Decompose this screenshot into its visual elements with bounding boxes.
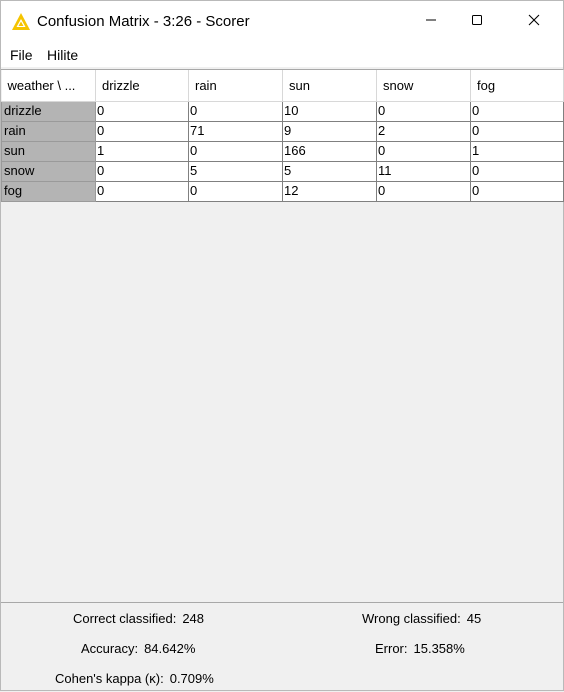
minimize-icon [425, 13, 437, 31]
accuracy-value: 84.642% [144, 641, 196, 656]
confusion-matrix-table: weather \ ... drizzle rain sun snow fog … [1, 70, 564, 202]
table-cell[interactable]: 0 [376, 100, 471, 122]
statistics-panel: Correct classified: 248 Wrong classified:… [1, 602, 563, 692]
column-header-drizzle[interactable]: drizzle [95, 70, 189, 102]
table-cell[interactable]: 0 [95, 180, 189, 202]
table-cell[interactable]: 0 [188, 100, 283, 122]
column-header-fog[interactable]: fog [470, 70, 564, 102]
maximize-icon [471, 13, 483, 31]
title-bar[interactable]: Confusion Matrix - 3:26 - Scorer [1, 1, 563, 43]
menu-hilite[interactable]: Hilite [47, 46, 78, 64]
row-header-fog[interactable]: fog [1, 180, 96, 202]
table-row: rain 0 71 9 2 0 [1, 120, 564, 142]
error-value: 15.358% [413, 641, 465, 656]
table-cell[interactable]: 0 [470, 100, 564, 122]
table-cell[interactable]: 0 [470, 160, 564, 182]
accuracy-label: Accuracy: [81, 641, 139, 656]
table-cell[interactable]: 0 [188, 180, 283, 202]
row-header-sun[interactable]: sun [1, 140, 96, 162]
table-cell[interactable]: 0 [376, 140, 471, 162]
column-header-corner[interactable]: weather \ ... [1, 70, 96, 102]
row-header-snow[interactable]: snow [1, 160, 96, 182]
close-button[interactable] [511, 1, 557, 43]
confusion-matrix-panel: weather \ ... drizzle rain sun snow fog … [1, 69, 564, 603]
knime-triangle-icon [11, 12, 31, 32]
correct-classified-label: Correct classified: [73, 611, 177, 626]
table-cell[interactable]: 1 [95, 140, 189, 162]
row-header-rain[interactable]: rain [1, 120, 96, 142]
correct-classified: Correct classified: 248 [73, 611, 204, 627]
close-icon [528, 13, 540, 31]
table-row: fog 0 0 12 0 0 [1, 180, 564, 202]
header-row: weather \ ... drizzle rain sun snow fog [1, 70, 564, 102]
menu-bar: File Hilite [1, 43, 563, 67]
table-row: drizzle 0 0 10 0 0 [1, 100, 564, 122]
table-cell[interactable]: 71 [188, 120, 283, 142]
table-cell[interactable]: 0 [470, 120, 564, 142]
column-header-snow[interactable]: snow [376, 70, 471, 102]
table-row: snow 0 5 5 11 0 [1, 160, 564, 182]
cohens-kappa: Cohen's kappa (κ): 0.709% [55, 671, 214, 687]
table-cell[interactable]: 5 [282, 160, 377, 182]
correct-classified-value: 248 [182, 611, 205, 626]
table-cell[interactable]: 0 [95, 100, 189, 122]
column-header-sun[interactable]: sun [282, 70, 377, 102]
menu-file[interactable]: File [10, 46, 33, 64]
column-header-rain[interactable]: rain [188, 70, 283, 102]
table-cell[interactable]: 0 [95, 120, 189, 142]
table-cell[interactable]: 2 [376, 120, 471, 142]
cohens-kappa-label: Cohen's kappa (κ): [55, 671, 164, 686]
table-cell[interactable]: 166 [282, 140, 377, 162]
wrong-classified-value: 45 [466, 611, 482, 626]
minimize-button[interactable] [408, 1, 454, 43]
table-cell[interactable]: 1 [470, 140, 564, 162]
table-cell[interactable]: 0 [470, 180, 564, 202]
table-cell[interactable]: 5 [188, 160, 283, 182]
table-row: sun 1 0 166 0 1 [1, 140, 564, 162]
table-cell[interactable]: 0 [188, 140, 283, 162]
table-cell[interactable]: 12 [282, 180, 377, 202]
cohens-kappa-value: 0.709% [169, 671, 214, 686]
error: Error: 15.358% [375, 641, 465, 657]
table-cell[interactable]: 11 [376, 160, 471, 182]
table-cell[interactable]: 9 [282, 120, 377, 142]
window-title: Confusion Matrix - 3:26 - Scorer [37, 13, 250, 30]
accuracy: Accuracy: 84.642% [81, 641, 195, 657]
maximize-button[interactable] [454, 1, 500, 43]
row-header-drizzle[interactable]: drizzle [1, 100, 96, 122]
confusion-matrix-window: Confusion Matrix - 3:26 - Scorer File Hi… [0, 0, 564, 691]
error-label: Error: [375, 641, 408, 656]
wrong-classified: Wrong classified: 45 [362, 611, 481, 627]
table-cell[interactable]: 10 [282, 100, 377, 122]
table-cell[interactable]: 0 [95, 160, 189, 182]
wrong-classified-label: Wrong classified: [362, 611, 461, 626]
table-cell[interactable]: 0 [376, 180, 471, 202]
